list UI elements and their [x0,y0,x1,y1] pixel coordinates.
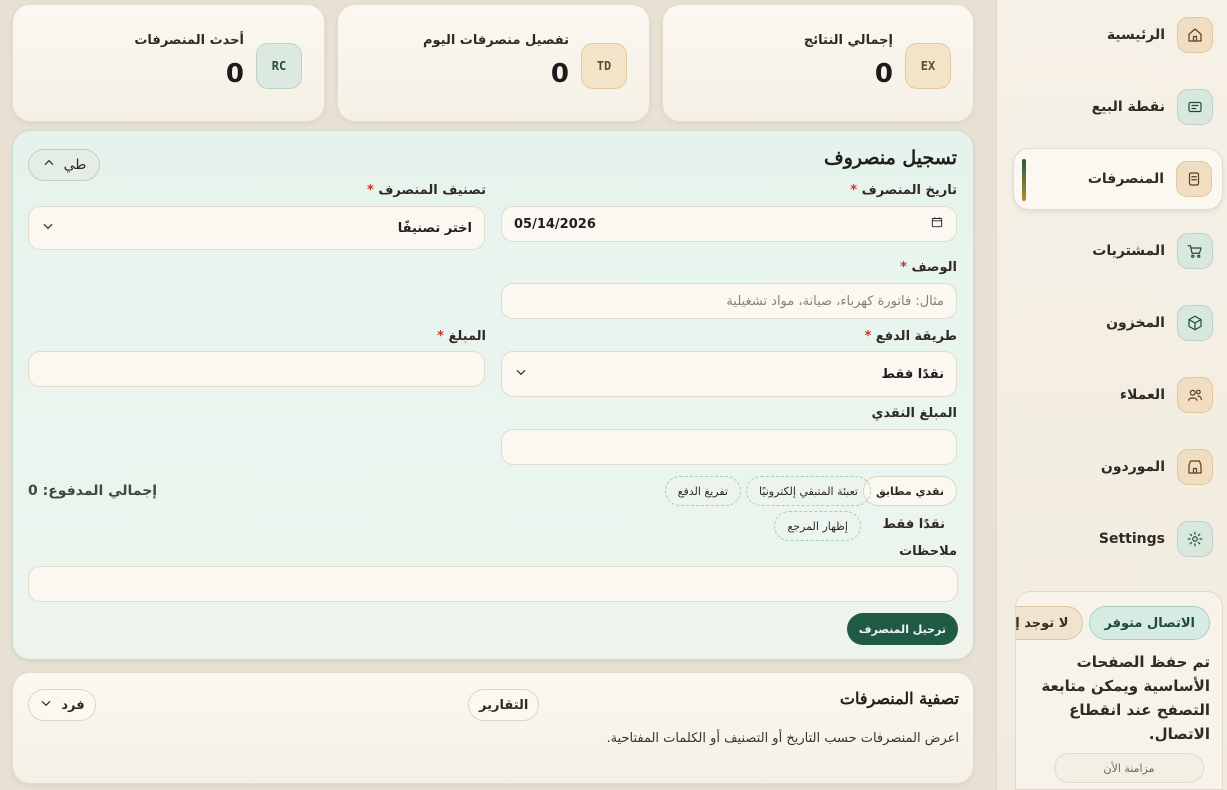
reports-button[interactable]: التقارير [468,689,540,721]
sidebar-item-label: نقطة البيع [1091,99,1165,115]
cash-amount-input[interactable] [501,429,957,465]
expense-form: تسجيل منصروف طي تاريخ المنصرف * 05/14/20… [12,130,974,660]
expense-filter-card: تصفية المنصرفات اعرض المنصرفات حسب التار… [12,672,974,784]
stat-badge: TD [581,43,627,89]
expand-filter-button[interactable]: فرد [28,689,96,721]
stat-card-recent-expenses: RC أحدث المنصرفات 0 [12,4,325,122]
filter-title: تصفية المنصرفات [839,689,959,708]
sidebar-item-label: Settings [1098,531,1165,547]
date-value: 05/14/2026 [514,216,596,232]
collapse-button[interactable]: طي [28,149,100,181]
clear-payment-chip[interactable]: تفريغ الدفع [664,476,741,506]
stat-value: 0 [874,59,893,89]
pos-icon [1177,89,1213,125]
cash-only-text: نقدًا فقط [882,517,945,532]
show-reference-chip[interactable]: إظهار المرجع [774,511,861,541]
cart-icon [1177,233,1213,269]
sidebar-item-customers[interactable]: العملاء [1013,364,1223,426]
cash-amount-label: المبلغ النقدي [871,406,958,421]
sync-now-button[interactable]: مزامنة الأن [1054,753,1204,783]
description-label: الوصف * [900,260,957,275]
gear-icon [1177,521,1213,557]
store-icon [1177,449,1213,485]
total-paid-text: إجمالي المدفوع: 0 [28,483,158,499]
description-input[interactable]: مثال: فاتورة كهرباء، صيانة، مواد تشغيلية [501,283,957,319]
chevron-down-icon [514,365,528,383]
chevron-down-icon [39,696,53,714]
sidebar: الرئيسية نقطة البيع المنصرفات المشتريات … [996,0,1227,790]
sidebar-item-expenses[interactable]: المنصرفات [1013,148,1223,210]
sidebar-item-suppliers[interactable]: الموردون [1013,436,1223,498]
home-icon [1177,17,1213,53]
stat-value: 0 [550,59,569,89]
notes-input[interactable] [28,566,958,602]
online-status-badge: الاتصال متوفر [1089,606,1210,640]
stat-title: أحدث المنصرفات [134,33,244,48]
offline-message: تم حفظ الصفحات الأساسية ويمكن متابعة الت… [1041,653,1210,743]
main-content: EX إجمالي النتائج 0 TD تفصيل منصرفات الي… [0,0,996,790]
category-select[interactable]: اختر تصنيفًا [28,206,485,250]
calendar-icon [930,215,944,233]
users-icon [1177,377,1213,413]
sidebar-item-label: المنصرفات [1087,171,1164,187]
stat-value: 0 [225,59,244,89]
payment-method-select[interactable]: نقدًا فقط [501,351,957,397]
sidebar-item-home[interactable]: الرئيسية [1013,4,1223,66]
receipt-icon [1176,161,1212,197]
expense-date-input[interactable]: 05/14/2026 [501,206,957,242]
amount-label: المبلغ * [437,329,486,344]
connection-status-panel: الاتصال متوفر لا توجد إج تم حفظ الصفحات … [1015,591,1223,790]
sidebar-item-pos[interactable]: نقطة البيع [1013,76,1223,138]
chevron-up-icon [42,156,56,174]
stat-title: إجمالي النتائج [803,33,893,48]
sidebar-item-purchases[interactable]: المشتريات [1013,220,1223,282]
box-icon [1177,305,1213,341]
payment-method-label: طريقة الدفع * [864,329,957,344]
stat-card-total-results: EX إجمالي النتائج 0 [662,4,974,122]
notes-label: ملاحظات [899,544,957,559]
collapse-label: طي [63,157,87,173]
sidebar-item-label: المخزون [1106,315,1165,331]
filter-description: اعرض المنصرفات حسب التاريخ أو التصنيف أو… [606,731,959,746]
sidebar-item-label: الرئيسية [1106,27,1165,43]
sidebar-item-label: الموردون [1100,459,1165,475]
stat-badge: RC [256,43,302,89]
amount-input[interactable] [28,351,485,387]
post-expense-button[interactable]: ترحيل المنصرف [846,613,958,645]
cash-match-chip[interactable]: نقدي مطابق [862,476,957,506]
stat-badge: EX [905,43,951,89]
sidebar-item-label: العملاء [1119,387,1165,403]
stat-card-today-details: TD تفصيل منصرفات اليوم 0 [337,4,650,122]
pending-status-badge: لا توجد إج [1016,606,1084,640]
chevron-down-icon [41,219,55,237]
category-label: تصنيف المنصرف * [366,183,486,198]
date-label: تاريخ المنصرف * [850,183,957,198]
stat-title: تفصيل منصرفات اليوم [422,33,569,48]
sidebar-item-settings[interactable]: Settings [1013,508,1223,570]
fill-remaining-chip[interactable]: تعبئة المتبقي إلكترونيًا [746,476,871,506]
sidebar-item-label: المشتريات [1092,243,1165,259]
form-title: تسجيل منصروف [824,147,957,169]
sidebar-item-inventory[interactable]: المخزون [1013,292,1223,354]
